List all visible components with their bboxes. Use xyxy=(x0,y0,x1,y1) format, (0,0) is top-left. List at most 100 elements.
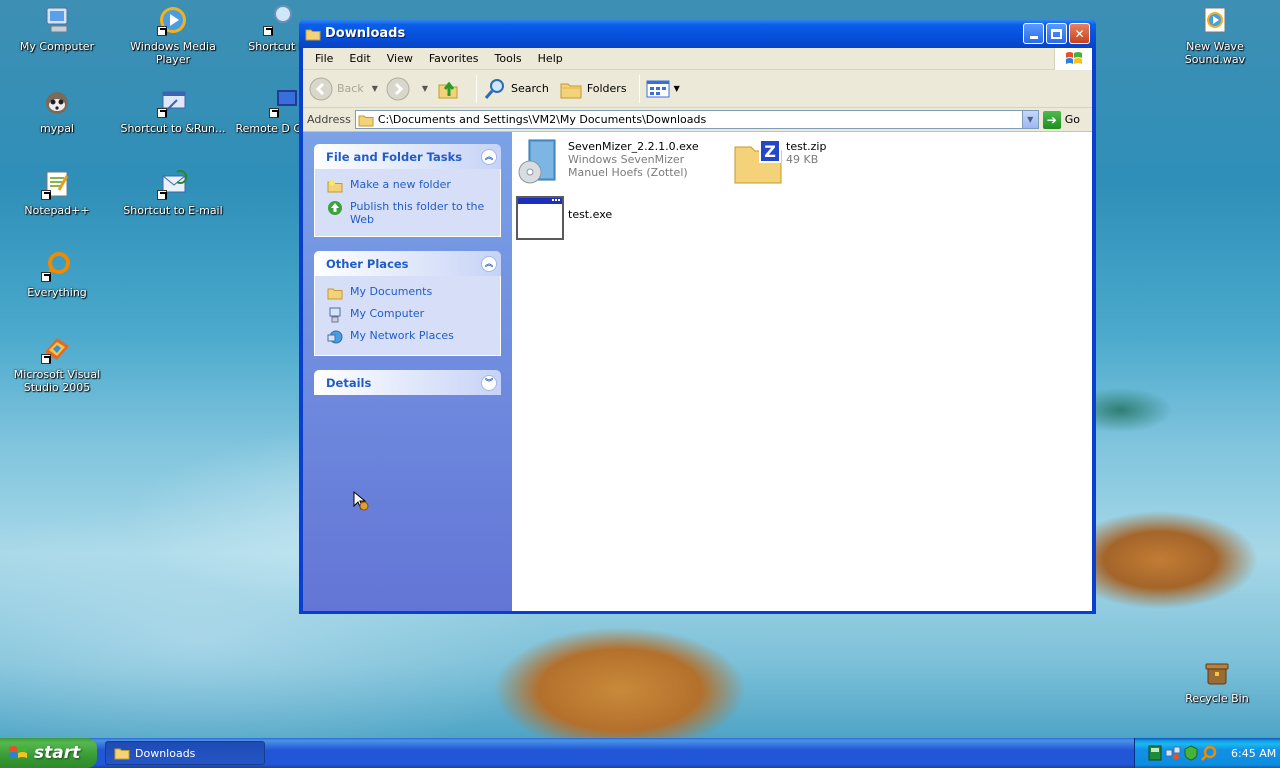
mypal-raccoon-icon xyxy=(41,86,73,118)
taskbar-button-downloads[interactable]: Downloads xyxy=(105,741,265,765)
up-folder-icon xyxy=(436,77,460,101)
address-input[interactable]: C:\Documents and Settings\VM2\My Documen… xyxy=(354,110,1039,129)
back-arrow-icon xyxy=(309,77,333,101)
folder-icon xyxy=(358,113,374,127)
forward-button[interactable] xyxy=(386,77,414,101)
desktop-icon-new-wave-sound[interactable]: New Wave Sound.wav xyxy=(1160,4,1270,66)
new-folder-icon xyxy=(327,178,343,194)
address-label: Address xyxy=(307,113,351,126)
file-company: Manuel Hoefs (Zottel) xyxy=(568,166,688,179)
menu-help[interactable]: Help xyxy=(530,52,571,65)
task-make-new-folder[interactable]: Make a new folder xyxy=(327,178,490,194)
file-folder-tasks-body: Make a new folder Publish this folder to… xyxy=(314,169,501,237)
back-button[interactable]: Back xyxy=(309,77,364,101)
windows-logo-icon xyxy=(1054,48,1092,70)
other-places-panel: Other Places ︽ My Documents My Computer … xyxy=(314,251,501,356)
menu-view[interactable]: View xyxy=(379,52,421,65)
views-button[interactable]: ▼ xyxy=(646,79,680,99)
recycle-bin-icon xyxy=(1201,656,1233,688)
other-places-body: My Documents My Computer My Network Plac… xyxy=(314,276,501,356)
shortcut-arrow-icon xyxy=(41,354,51,364)
details-panel: Details ︾ xyxy=(314,370,501,395)
desktop-icon-shortcut-run[interactable]: Shortcut to &Run... xyxy=(118,86,228,135)
file-description: Windows SevenMizer xyxy=(568,153,685,166)
close-button[interactable]: ✕ xyxy=(1069,23,1090,44)
notepad-plus-icon xyxy=(41,168,73,200)
details-header[interactable]: Details ︾ xyxy=(314,370,501,395)
file-item-test-zip[interactable]: Z test.zip 49 KB xyxy=(734,138,826,186)
place-my-network-places[interactable]: My Network Places xyxy=(327,329,490,345)
busy-cursor-icon xyxy=(352,490,370,512)
address-value: C:\Documents and Settings\VM2\My Documen… xyxy=(377,113,707,126)
desktop-icon-shortcut-email[interactable]: Shortcut to E-mail xyxy=(118,168,228,217)
title-bar[interactable]: Downloads ✕ xyxy=(299,19,1096,48)
desktop-icon-my-computer[interactable]: My Computer xyxy=(2,4,112,53)
svg-text:Z: Z xyxy=(764,142,776,161)
back-dropdown-icon[interactable]: ▼ xyxy=(372,84,378,93)
file-item-test-exe[interactable]: test.exe xyxy=(516,194,612,242)
tray-search-icon[interactable] xyxy=(1201,745,1217,761)
shortcut-arrow-icon xyxy=(41,190,51,200)
start-button[interactable]: start xyxy=(0,738,97,768)
tray-security-icon[interactable] xyxy=(1183,745,1199,761)
maximize-icon xyxy=(1051,28,1062,39)
run-dialog-icon xyxy=(157,86,189,118)
publish-web-icon xyxy=(327,200,343,216)
folders-button[interactable]: Folders xyxy=(559,77,627,101)
file-size: 49 KB xyxy=(786,153,819,166)
email-icon xyxy=(157,168,189,200)
close-icon: ✕ xyxy=(1074,26,1085,41)
desktop-icon-everything[interactable]: Everything xyxy=(2,250,112,299)
address-dropdown-button[interactable]: ▼ xyxy=(1021,111,1038,128)
task-pane: File and Folder Tasks ︽ Make a new folde… xyxy=(303,132,512,611)
collapse-chevron-icon[interactable]: ︽ xyxy=(481,255,497,272)
forward-arrow-icon xyxy=(386,77,410,101)
place-my-computer[interactable]: My Computer xyxy=(327,307,490,323)
my-documents-folder-icon xyxy=(327,285,343,301)
desktop-icon-windows-media-player[interactable]: Windows Media Player xyxy=(118,4,228,66)
file-list: SevenMizer_2.2.1.0.exe Windows SevenMize… xyxy=(512,132,1092,611)
menu-file[interactable]: File xyxy=(307,52,341,65)
taskbar: start Downloads 6:45 AM xyxy=(0,738,1280,768)
desktop-icon-notepad-plus[interactable]: Notepad++ xyxy=(2,168,112,217)
media-player-icon xyxy=(157,4,189,36)
toolbar-separator xyxy=(638,74,640,103)
tray-network-icon[interactable] xyxy=(1165,745,1181,761)
desktop-icon-mypal[interactable]: mypal xyxy=(2,86,112,135)
window-title: Downloads xyxy=(325,26,406,41)
search-button[interactable]: Search xyxy=(483,77,549,101)
explorer-window: Downloads ✕ File Edit View Favorites Too… xyxy=(299,19,1096,614)
collapse-chevron-icon[interactable]: ︽ xyxy=(481,148,497,165)
shortcut-arrow-icon xyxy=(157,190,167,200)
minimize-icon xyxy=(1029,36,1038,39)
minimize-button[interactable] xyxy=(1023,23,1044,44)
menu-tools[interactable]: Tools xyxy=(487,52,530,65)
menu-favorites[interactable]: Favorites xyxy=(421,52,487,65)
other-places-header[interactable]: Other Places ︽ xyxy=(314,251,501,276)
desktop-background: My Computer mypal Notepad++ Everything M… xyxy=(0,0,1280,738)
forward-dropdown-icon[interactable]: ▼ xyxy=(422,84,428,93)
expand-chevron-icon[interactable]: ︾ xyxy=(481,374,497,391)
desktop-icon-recycle-bin[interactable]: Recycle Bin xyxy=(1162,656,1272,705)
file-item-sevenmizer[interactable]: SevenMizer_2.2.1.0.exe Windows SevenMize… xyxy=(516,138,699,186)
file-name: test.exe xyxy=(568,208,613,221)
clock[interactable]: 6:45 AM xyxy=(1231,747,1276,760)
go-arrow-icon: ➔ xyxy=(1042,110,1061,129)
everything-search-icon xyxy=(41,250,73,282)
file-folder-tasks-header[interactable]: File and Folder Tasks ︽ xyxy=(314,144,501,169)
tray-app-icon[interactable] xyxy=(1147,745,1163,761)
place-my-documents[interactable]: My Documents xyxy=(327,285,490,301)
menu-edit[interactable]: Edit xyxy=(341,52,378,65)
menu-bar: File Edit View Favorites Tools Help xyxy=(303,48,1092,70)
go-button[interactable]: ➔ Go xyxy=(1042,110,1088,129)
installer-cd-icon xyxy=(516,138,564,186)
shortcut-arrow-icon xyxy=(269,108,279,118)
toolbar: Back ▼ ▼ Search Folders ▼ xyxy=(303,70,1092,108)
folder-icon xyxy=(305,27,321,41)
visual-studio-icon xyxy=(41,332,73,364)
maximize-button[interactable] xyxy=(1046,23,1067,44)
up-folder-button[interactable] xyxy=(436,77,464,101)
file-name: test.zip xyxy=(786,140,827,153)
desktop-icon-visual-studio[interactable]: Microsoft Visual Studio 2005 xyxy=(2,332,112,394)
task-publish-web[interactable]: Publish this folder to the Web xyxy=(327,200,490,226)
